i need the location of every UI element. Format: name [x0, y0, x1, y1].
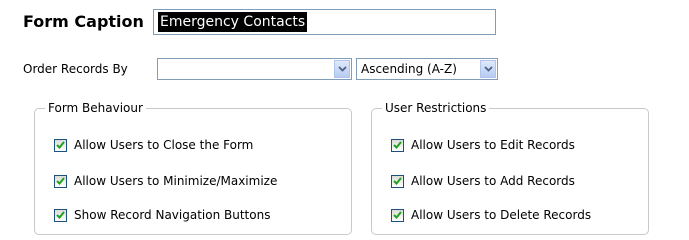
checkmark-icon: [393, 177, 402, 185]
form-caption-label: Form Caption: [23, 12, 144, 31]
allow-add-records-option[interactable]: Allow Users to Add Records: [391, 173, 575, 189]
allow-add-records-checkbox[interactable]: [391, 174, 404, 188]
allow-minimize-maximize-checkbox[interactable]: [54, 174, 67, 188]
order-field-dropdown-button[interactable]: [334, 60, 350, 78]
allow-delete-records-checkbox[interactable]: [391, 208, 404, 222]
chevron-down-icon: [483, 66, 493, 72]
checkmark-icon: [56, 211, 65, 219]
order-direction-dropdown-button[interactable]: [480, 60, 496, 78]
order-records-label: Order Records By: [23, 62, 128, 76]
allow-delete-records-option[interactable]: Allow Users to Delete Records: [391, 207, 591, 223]
checkmark-icon: [56, 141, 65, 149]
allow-add-records-label: Allow Users to Add Records: [411, 174, 575, 188]
chevron-down-icon: [337, 66, 347, 72]
allow-close-form-option[interactable]: Allow Users to Close the Form: [54, 137, 253, 153]
checkmark-icon: [393, 141, 402, 149]
user-restrictions-title: User Restrictions: [382, 100, 490, 116]
allow-edit-records-label: Allow Users to Edit Records: [411, 138, 575, 152]
order-direction-select[interactable]: Ascending (A-Z): [356, 58, 498, 80]
form-caption-value: Emergency Contacts: [158, 12, 308, 32]
allow-close-form-label: Allow Users to Close the Form: [74, 138, 254, 152]
allow-edit-records-option[interactable]: Allow Users to Edit Records: [391, 137, 575, 153]
order-direction-value: Ascending (A-Z): [361, 62, 457, 76]
show-navigation-buttons-label: Show Record Navigation Buttons: [74, 208, 271, 222]
allow-delete-records-label: Allow Users to Delete Records: [411, 208, 592, 222]
user-restrictions-group: User Restrictions Allow Users to Edit Re…: [371, 100, 649, 235]
show-navigation-buttons-checkbox[interactable]: [54, 208, 67, 222]
form-behaviour-group: Form Behaviour Allow Users to Close the …: [34, 100, 352, 235]
form-caption-input[interactable]: Emergency Contacts: [153, 9, 496, 35]
form-settings-panel: Form Caption Emergency Contacts Order Re…: [0, 0, 689, 240]
checkmark-icon: [393, 211, 402, 219]
show-navigation-buttons-option[interactable]: Show Record Navigation Buttons: [54, 207, 270, 223]
allow-minimize-maximize-option[interactable]: Allow Users to Minimize/Maximize: [54, 173, 277, 189]
checkmark-icon: [56, 177, 65, 185]
allow-minimize-maximize-label: Allow Users to Minimize/Maximize: [74, 174, 278, 188]
allow-close-form-checkbox[interactable]: [54, 138, 67, 152]
order-field-select[interactable]: [157, 58, 352, 80]
allow-edit-records-checkbox[interactable]: [391, 138, 404, 152]
form-behaviour-title: Form Behaviour: [45, 100, 146, 116]
